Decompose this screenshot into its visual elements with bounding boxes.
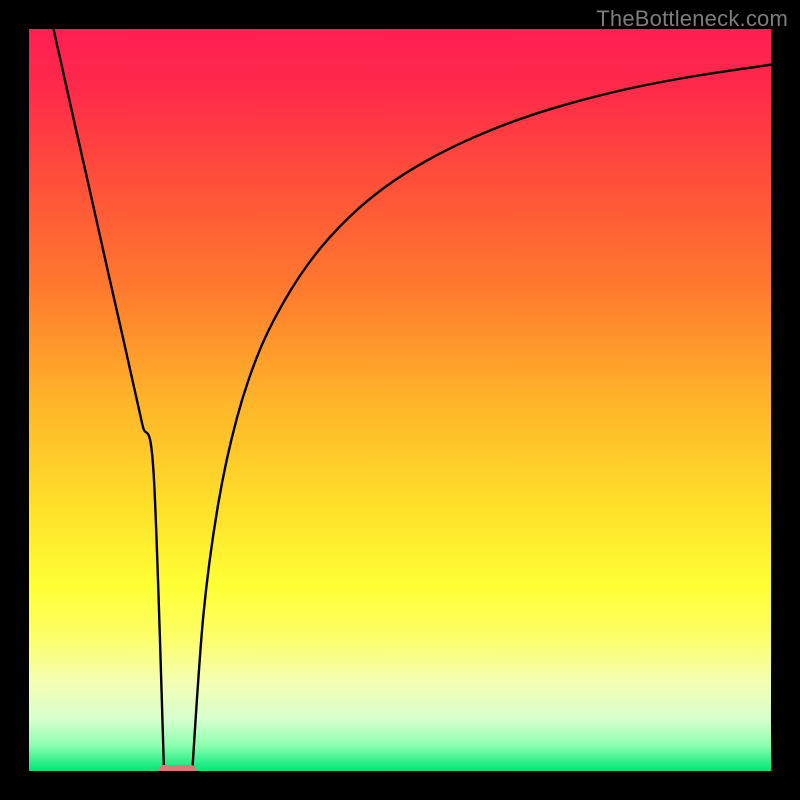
gradient-background: [29, 29, 771, 771]
minimum-marker: [158, 765, 197, 771]
chart-frame: TheBottleneck.com: [0, 0, 800, 800]
plot-area: [29, 29, 771, 771]
chart-svg: [29, 29, 771, 771]
